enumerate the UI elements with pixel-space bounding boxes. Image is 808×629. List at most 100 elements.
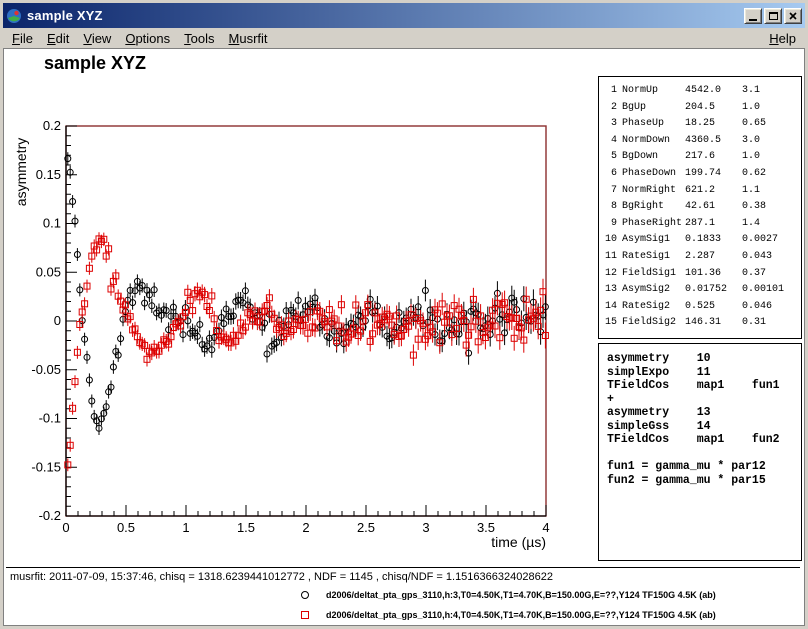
parameter-value: 4542.0 [685,83,742,100]
parameter-n: 7 [605,183,622,200]
parameter-value: 42.61 [685,199,742,216]
parameter-name: RateSig2 [622,299,685,316]
parameter-value: 18.25 [685,116,742,133]
svg-text:2: 2 [302,520,309,535]
parameter-row: 3PhaseUp18.250.65 [605,116,801,133]
parameter-name: BgUp [622,100,685,117]
parameter-row: 6PhaseDown199.740.62 [605,166,801,183]
parameter-name: PhaseDown [622,166,685,183]
window-title: sample XYZ [27,8,742,23]
parameter-row: 5BgDown217.61.0 [605,149,801,166]
parameter-value: 217.6 [685,149,742,166]
parameter-row: 13AsymSig20.017520.00101 [605,282,801,299]
parameter-n: 11 [605,249,622,266]
theory-line: TFieldCos map1 fun2 [607,433,801,447]
parameter-name: FieldSig1 [622,266,685,283]
parameter-value: 199.74 [685,166,742,183]
svg-text:0.1: 0.1 [43,216,61,231]
menu-edit[interactable]: Edit [40,30,76,47]
parameter-error: 0.046 [742,299,801,316]
parameter-value: 4360.5 [685,133,742,150]
svg-text:-0.05: -0.05 [31,362,61,377]
svg-text:0.5: 0.5 [117,520,135,535]
svg-text:1.5: 1.5 [237,520,255,535]
parameter-error: 1.0 [742,149,801,166]
parameter-n: 12 [605,266,622,283]
parameter-name: NormRight [622,183,685,200]
svg-text:1: 1 [182,520,189,535]
parameter-error: 0.0027 [742,232,801,249]
menu-bar: File Edit View Options Tools Musrfit Hel… [3,28,805,48]
close-icon [789,12,797,20]
menu-options[interactable]: Options [118,30,177,47]
parameter-name: PhaseRight [622,216,685,233]
parameter-name: FieldSig2 [622,315,685,332]
svg-text:-0.2: -0.2 [39,508,61,523]
parameter-value: 621.2 [685,183,742,200]
theory-line [607,447,801,461]
parameter-row: 10AsymSig10.18330.0027 [605,232,801,249]
svg-text:0.05: 0.05 [36,264,61,279]
parameter-error: 0.043 [742,249,801,266]
theory-line: TFieldCos map1 fun1 [607,379,801,393]
parameter-error: 0.38 [742,199,801,216]
svg-text:-0.1: -0.1 [39,411,61,426]
parameter-row: 2BgUp204.51.0 [605,100,801,117]
parameter-n: 15 [605,315,622,332]
svg-text:3.5: 3.5 [477,520,495,535]
title-bar[interactable]: sample XYZ [3,3,805,28]
parameter-error: 0.37 [742,266,801,283]
parameter-row: 11RateSig12.2870.043 [605,249,801,266]
parameter-row: 4NormDown4360.53.0 [605,133,801,150]
parameter-error: 1.4 [742,216,801,233]
parameter-n: 8 [605,199,622,216]
parameter-name: AsymSig1 [622,232,685,249]
parameter-row: 7NormRight621.21.1 [605,183,801,200]
run-legend: d2006/deltat_pta_gps_3110,h:3,T0=4.50K,T… [4,585,804,625]
menu-tools[interactable]: Tools [177,30,221,47]
legend-label: d2006/deltat_pta_gps_3110,h:4,T0=4.50K,T… [326,610,716,620]
close-button[interactable] [784,8,802,24]
parameter-n: 6 [605,166,622,183]
parameter-n: 2 [605,100,622,117]
parameter-n: 3 [605,116,622,133]
parameter-name: NormDown [622,133,685,150]
svg-text:asymmetry: asymmetry [13,138,29,206]
theory-line: simpleGss 14 [607,420,801,434]
parameter-n: 1 [605,83,622,100]
parameter-error: 3.1 [742,83,801,100]
fit-status-line: musrfit: 2011-07-09, 15:37:46, chisq = 1… [10,571,553,583]
parameter-error: 0.65 [742,116,801,133]
parameter-n: 10 [605,232,622,249]
menu-file[interactable]: File [5,30,40,47]
menu-musrfit[interactable]: Musrfit [222,30,275,47]
parameter-value: 0.01752 [685,282,742,299]
parameter-value: 204.5 [685,100,742,117]
parameter-n: 5 [605,149,622,166]
parameter-error: 3.0 [742,133,801,150]
parameter-name: NormUp [622,83,685,100]
parameter-name: BgRight [622,199,685,216]
app-icon [6,8,22,24]
parameter-n: 13 [605,282,622,299]
menu-view[interactable]: View [76,30,118,47]
legend-entry: d2006/deltat_pta_gps_3110,h:4,T0=4.50K,T… [4,605,804,625]
minimize-button[interactable] [744,8,762,24]
root-canvas: sample XYZ 00.511.522.533.540.20.150.10.… [3,48,805,626]
maximize-button[interactable] [764,8,782,24]
theory-line: simplExpo 11 [607,366,801,380]
svg-text:2.5: 2.5 [357,520,375,535]
app-window: sample XYZ File Edit View Options Tools … [0,0,808,629]
menu-help[interactable]: Help [762,30,803,47]
legend-label: d2006/deltat_pta_gps_3110,h:3,T0=4.50K,T… [326,590,716,600]
svg-text:time (µs): time (µs) [491,534,546,550]
parameter-name: RateSig1 [622,249,685,266]
parameter-value: 287.1 [685,216,742,233]
parameter-n: 9 [605,216,622,233]
svg-text:4: 4 [542,520,549,535]
parameter-error: 1.0 [742,100,801,117]
svg-text:-0.15: -0.15 [31,459,61,474]
circle-marker-icon [301,591,309,599]
svg-text:0: 0 [62,520,69,535]
parameter-row: 1NormUp4542.03.1 [605,83,801,100]
